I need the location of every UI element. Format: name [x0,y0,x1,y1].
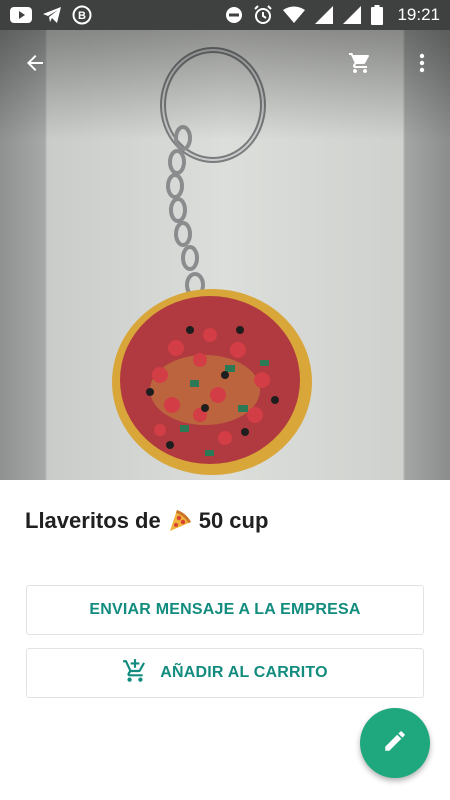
pencil-edit-icon [382,728,408,759]
status-bar: B 19:21 [0,0,450,30]
product-title: Llaveritos de 50 cup [25,508,268,534]
whatsapp-business-icon: B [72,5,92,25]
product-title-text: Llaveritos de [25,508,161,533]
shopping-cart-icon [348,51,372,80]
back-arrow-icon [23,51,47,80]
cart-button[interactable] [337,42,383,88]
more-vertical-icon [410,51,434,80]
edit-fab-button[interactable] [360,708,430,778]
add-shopping-cart-icon [122,658,148,689]
telegram-icon [42,6,62,24]
signal-icon [343,6,362,24]
send-message-button[interactable]: ENVIAR MENSAJE A LA EMPRESA [26,585,424,635]
app-bar [0,30,450,100]
add-to-cart-button[interactable]: AÑADIR AL CARRITO [26,648,424,698]
add-to-cart-label: AÑADIR AL CARRITO [160,664,328,681]
status-bar-left: B [10,5,92,25]
alarm-icon [253,5,273,25]
battery-icon [371,5,384,25]
svg-text:B: B [78,10,86,22]
back-button[interactable] [12,42,58,88]
pizza-emoji-icon [167,508,193,534]
status-time: 19:21 [397,5,440,24]
wifi-icon [283,6,306,24]
product-price: 50 cup [198,508,269,533]
more-options-button[interactable] [399,42,445,88]
youtube-icon [10,7,32,23]
send-message-label: ENVIAR MENSAJE A LA EMPRESA [89,601,361,618]
do-not-disturb-icon [225,6,243,24]
status-bar-right: 19:21 [225,5,440,25]
signal-icon [315,6,334,24]
